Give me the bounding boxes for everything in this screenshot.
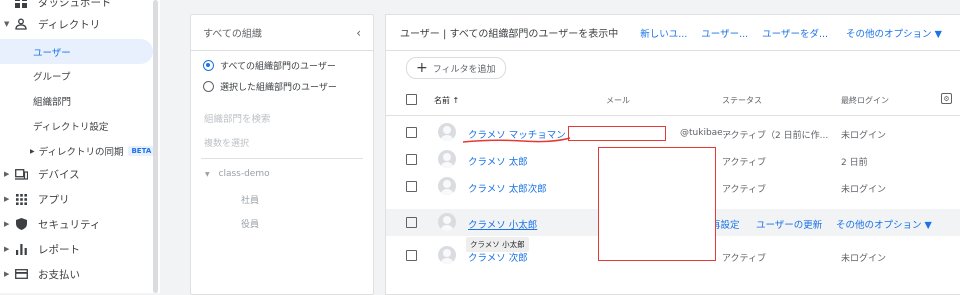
row-checkbox[interactable] bbox=[406, 127, 417, 138]
radio-label: すべての組織部門のユーザー bbox=[220, 62, 336, 72]
column-header-last-login[interactable]: 最終ログイン bbox=[841, 95, 889, 106]
radio-selected-org-units[interactable]: 選択した組織部門のユーザー bbox=[203, 80, 337, 93]
expand-arrow-icon: ▶ bbox=[4, 270, 10, 278]
org-panel-header: すべての組織 ‹ bbox=[191, 15, 373, 51]
expand-arrow-icon: ▶ bbox=[4, 220, 10, 228]
avatar bbox=[438, 150, 456, 168]
user-name-link[interactable]: クラメソ 次郎 bbox=[468, 250, 528, 264]
filter-label: フィルタを追加 bbox=[432, 64, 496, 75]
expand-arrow-icon: ▼ bbox=[205, 171, 210, 178]
more-options-button[interactable]: その他のオプション ▼ bbox=[846, 26, 942, 40]
billing-card-icon bbox=[12, 269, 30, 279]
expand-arrow-icon: ▶ bbox=[4, 195, 10, 203]
sidebar-item-security[interactable]: ▶ セキュリティ bbox=[0, 212, 100, 236]
org-tree-child[interactable]: 社員 bbox=[241, 193, 259, 206]
org-tree-root[interactable]: ▼ class-demo bbox=[205, 169, 270, 179]
org-tree-label: class-demo bbox=[218, 169, 270, 179]
sidebar-item-apps[interactable]: ▶ アプリ bbox=[0, 187, 70, 211]
column-settings-icon[interactable]: ⚙ bbox=[941, 93, 952, 104]
org-panel-title: すべての組織 bbox=[203, 29, 262, 40]
sidebar-item-label: アプリ bbox=[38, 193, 70, 206]
radio-label: 選択した組織部門のユーザー bbox=[220, 83, 337, 93]
sidebar-item-directory-sync[interactable]: ▶ ディレクトリの同期 BETA bbox=[30, 139, 155, 163]
apps-grid-icon bbox=[12, 193, 30, 205]
row-checkbox[interactable] bbox=[406, 250, 417, 261]
sidebar-item-label: ディレクトリの同期 bbox=[38, 147, 124, 158]
download-users-button[interactable]: ユーザーをダ... bbox=[762, 26, 828, 40]
redaction-box bbox=[568, 126, 666, 141]
user-last-login: 未ログイン bbox=[841, 131, 887, 141]
sidebar-item-label: お支払い bbox=[38, 268, 80, 281]
sidebar-item-directory-settings[interactable]: ディレクトリ設定 bbox=[33, 114, 108, 138]
avatar bbox=[438, 177, 456, 195]
select-all-checkbox[interactable] bbox=[406, 94, 417, 105]
sidebar-item-label: ディレクトリ bbox=[38, 18, 101, 31]
sidebar-active-highlight bbox=[0, 39, 153, 64]
beta-badge: BETA bbox=[128, 146, 155, 156]
sidebar-item-label: セキュリティ bbox=[38, 218, 101, 231]
divider bbox=[201, 158, 363, 159]
sidebar-item-billing[interactable]: ▶ お支払い bbox=[0, 262, 80, 286]
row-checkbox[interactable] bbox=[406, 181, 417, 192]
org-unit-panel: すべての組織 ‹ すべての組織部門のユーザー 選択した組織部門のユーザー 組織部… bbox=[190, 14, 374, 295]
page-title: ユーザー | すべての組織部門のユーザーを表示中 bbox=[400, 29, 619, 40]
user-status: アクティブ bbox=[722, 158, 767, 168]
column-header-email[interactable]: メール bbox=[606, 95, 630, 106]
column-header-status[interactable]: ステータス bbox=[722, 95, 762, 106]
device-icon bbox=[12, 168, 30, 180]
divider bbox=[386, 115, 960, 116]
sidebar-scrollbar[interactable] bbox=[153, 0, 158, 293]
avatar bbox=[438, 213, 456, 231]
sidebar-item-groups[interactable]: グループ bbox=[33, 64, 70, 88]
sidebar: ダッシュボード ▼ ディレクトリ ユーザー グループ 組織部門 ディレクトリ設定… bbox=[0, 0, 160, 293]
org-search-input[interactable]: 組織部門を検索 bbox=[204, 111, 271, 125]
row-checkbox[interactable] bbox=[406, 217, 417, 228]
name-tooltip: クラメソ 小太郎 bbox=[466, 237, 529, 252]
multi-select-link[interactable]: 複数を選択 bbox=[204, 136, 249, 149]
expand-arrow-icon: ▶ bbox=[30, 147, 35, 155]
expand-arrow-icon: ▶ bbox=[4, 170, 10, 178]
sidebar-item-devices[interactable]: ▶ デバイス bbox=[0, 162, 80, 186]
user-last-login: 未ログイン bbox=[841, 185, 887, 195]
bulk-upload-button[interactable]: ユーザー... bbox=[701, 26, 748, 40]
plus-icon: + bbox=[416, 60, 428, 76]
radio-selected-icon bbox=[203, 60, 214, 71]
person-icon bbox=[12, 18, 30, 30]
user-name-link[interactable]: クラメソ 太郎 bbox=[468, 154, 528, 168]
red-underline-annotation bbox=[462, 137, 571, 143]
sidebar-item-label: レポート bbox=[38, 243, 80, 256]
expand-arrow-icon: ▶ bbox=[4, 245, 10, 253]
avatar bbox=[438, 123, 456, 141]
user-name-link[interactable]: クラメソ 太郎次郎 bbox=[468, 181, 547, 195]
user-last-login: 未ログイン bbox=[841, 254, 887, 264]
redaction-box bbox=[598, 147, 716, 261]
add-filter-button[interactable]: + フィルタを追加 bbox=[406, 57, 506, 79]
expand-arrow-icon: ▼ bbox=[4, 20, 10, 28]
org-tree-child[interactable]: 役員 bbox=[241, 217, 259, 230]
user-status: アクティブ bbox=[722, 185, 767, 195]
column-header-name[interactable]: 名前 ↑ bbox=[434, 95, 459, 106]
collapse-chevron-icon[interactable]: ‹ bbox=[356, 26, 361, 40]
user-status: アクティブ bbox=[722, 254, 767, 264]
avatar bbox=[438, 246, 456, 264]
user-name-link[interactable]: クラメソ 小太郎 bbox=[468, 217, 537, 231]
sidebar-item-users[interactable]: ユーザー bbox=[33, 40, 71, 64]
update-user-button[interactable]: ユーザーの更新 bbox=[756, 217, 822, 231]
shield-icon bbox=[12, 218, 30, 230]
users-toolbar: ユーザー | すべての組織部門のユーザーを表示中 新しいユ... ユーザー...… bbox=[386, 15, 960, 51]
sidebar-item-label: デバイス bbox=[38, 168, 80, 181]
radio-unselected-icon bbox=[203, 81, 214, 92]
user-last-login: 2 日前 bbox=[841, 158, 868, 168]
sidebar-item-org-units[interactable]: 組織部門 bbox=[33, 89, 71, 113]
sidebar-item-reports[interactable]: ▶ レポート bbox=[0, 237, 80, 261]
sidebar-item-directory[interactable]: ▼ ディレクトリ bbox=[0, 12, 100, 36]
row-more-options-button[interactable]: その他のオプション ▼ bbox=[836, 217, 932, 231]
add-user-button[interactable]: 新しいユ... bbox=[640, 26, 687, 40]
dashboard-icon bbox=[12, 0, 30, 8]
sidebar-item-label: ダッシュボード bbox=[38, 0, 112, 9]
bar-chart-icon bbox=[12, 243, 30, 255]
row-checkbox[interactable] bbox=[406, 154, 417, 165]
radio-all-org-units[interactable]: すべての組織部門のユーザー bbox=[203, 59, 336, 72]
user-status: アクティブ（2 日前に作... bbox=[722, 131, 829, 141]
